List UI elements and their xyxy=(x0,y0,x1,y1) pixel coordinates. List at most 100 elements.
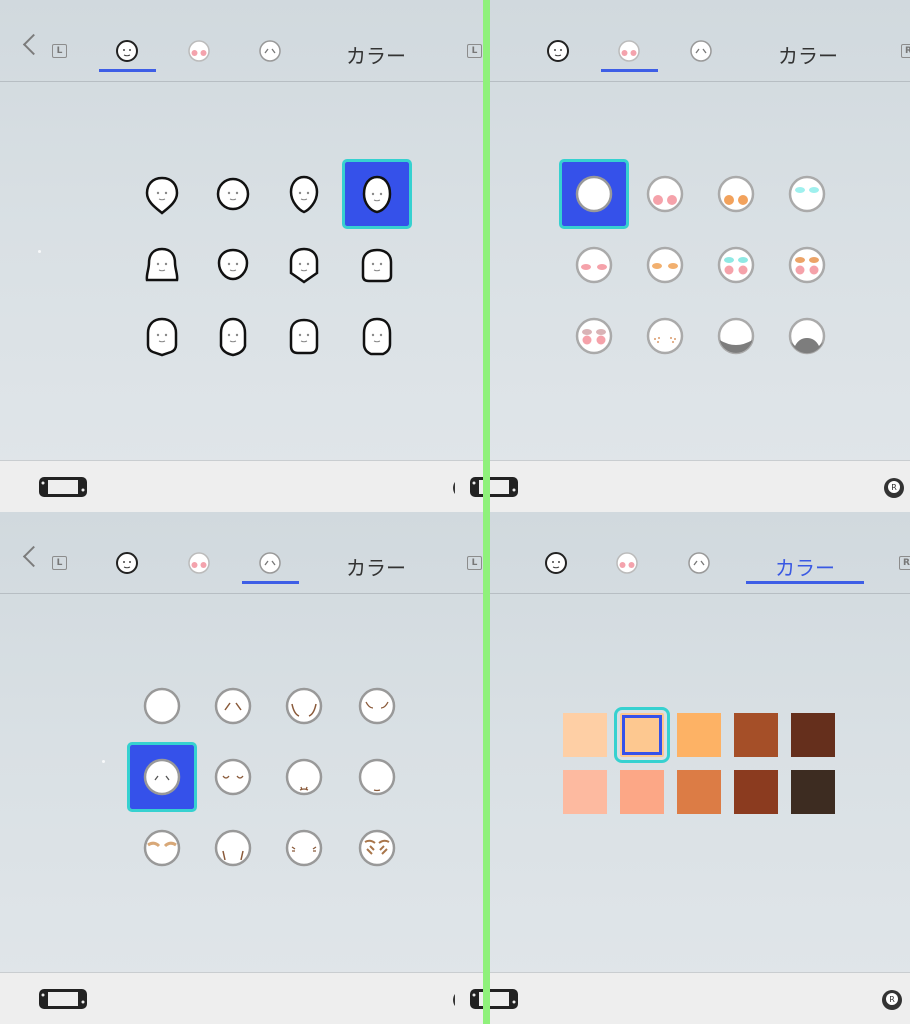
skin-color-swatch[interactable] xyxy=(791,713,835,757)
wrinkle-option[interactable] xyxy=(345,674,409,738)
tab-color[interactable]: カラー xyxy=(346,552,406,581)
bottom-bar: R xyxy=(0,460,455,512)
top-tab-bar: L カラー R xyxy=(0,512,455,594)
skin-color-swatch[interactable] xyxy=(677,713,721,757)
tab-color[interactable]: カラー xyxy=(775,552,835,581)
makeup-option[interactable] xyxy=(704,233,768,297)
switch-console-icon xyxy=(39,477,87,497)
sparkle-dot xyxy=(102,760,105,763)
wrinkle-option[interactable] xyxy=(272,745,336,809)
makeup-option[interactable] xyxy=(775,233,839,297)
panel-wrinkles: L カラー R R xyxy=(0,512,455,1024)
tab-makeup[interactable] xyxy=(186,550,212,576)
skin-color-swatch-selected[interactable] xyxy=(614,707,670,763)
top-tab-bar: L カラー R xyxy=(455,512,910,594)
wrinkle-option[interactable] xyxy=(201,745,265,809)
r-button-icon: R xyxy=(901,44,910,58)
tab-face-shape[interactable] xyxy=(114,550,140,576)
face-shape-option[interactable] xyxy=(201,304,265,368)
r-stick-icon: R xyxy=(882,990,902,1010)
wrinkle-face-icon xyxy=(688,552,710,574)
wrinkle-option[interactable] xyxy=(272,816,336,880)
tab-color[interactable]: カラー xyxy=(778,40,838,69)
tab-wrinkles[interactable] xyxy=(686,550,712,576)
tab-makeup[interactable] xyxy=(186,38,212,64)
wrinkle-option[interactable] xyxy=(130,816,194,880)
makeup-option[interactable] xyxy=(775,162,839,226)
face-shape-option[interactable] xyxy=(201,233,265,297)
wrinkle-option[interactable] xyxy=(130,674,194,738)
l-button-icon: L xyxy=(52,556,67,570)
face-shape-option[interactable] xyxy=(130,233,194,297)
svg-text:R: R xyxy=(889,995,895,1004)
makeup-option[interactable] xyxy=(562,304,626,368)
face-outline-icon xyxy=(545,552,567,574)
tab-face-shape[interactable] xyxy=(114,38,140,64)
wrinkle-option[interactable] xyxy=(272,674,336,738)
top-tab-bar: L カラー R xyxy=(0,0,455,82)
skin-color-swatch[interactable] xyxy=(791,770,835,814)
makeup-option[interactable] xyxy=(704,162,768,226)
face-shape-option[interactable] xyxy=(201,162,265,226)
tab-makeup[interactable] xyxy=(616,38,642,64)
skin-color-swatch[interactable] xyxy=(677,770,721,814)
tab-color[interactable]: カラー xyxy=(346,40,406,69)
bottom-bar: R xyxy=(455,972,910,1024)
skin-color-swatch[interactable] xyxy=(734,713,778,757)
skin-color-swatch[interactable] xyxy=(620,770,664,814)
face-shape-option[interactable] xyxy=(345,233,409,297)
tab-wrinkles[interactable] xyxy=(688,38,714,64)
l-button-icon: L xyxy=(467,44,482,58)
makeup-option[interactable] xyxy=(633,233,697,297)
makeup-option[interactable] xyxy=(633,162,697,226)
active-tab-underline xyxy=(242,581,299,584)
face-shape-option[interactable] xyxy=(272,162,336,226)
blush-face-icon xyxy=(188,552,210,574)
blush-face-icon xyxy=(616,552,638,574)
face-shape-option[interactable] xyxy=(345,304,409,368)
wrinkle-option[interactable] xyxy=(345,816,409,880)
tab-makeup[interactable] xyxy=(614,550,640,576)
makeup-option[interactable] xyxy=(633,304,697,368)
green-divider-line xyxy=(483,0,490,1024)
face-shape-option[interactable] xyxy=(130,162,194,226)
skin-color-swatch[interactable] xyxy=(734,770,778,814)
makeup-option[interactable] xyxy=(775,304,839,368)
tab-wrinkles[interactable] xyxy=(257,38,283,64)
svg-text:R: R xyxy=(891,483,897,492)
skin-color-swatch[interactable] xyxy=(563,770,607,814)
r-button-icon: R xyxy=(899,556,910,570)
wrinkle-option[interactable] xyxy=(345,745,409,809)
top-tab-bar: L カラー R xyxy=(455,0,910,82)
r-stick-icon: R xyxy=(884,478,904,498)
switch-console-icon xyxy=(39,989,87,1009)
face-shape-option[interactable] xyxy=(272,304,336,368)
panel-face-shape: L カラー R R xyxy=(0,0,455,512)
l-button-icon: L xyxy=(52,44,67,58)
back-chevron-icon[interactable] xyxy=(22,33,45,56)
wrinkle-face-icon xyxy=(259,552,281,574)
tab-wrinkles[interactable] xyxy=(257,550,283,576)
active-tab-underline xyxy=(601,69,658,72)
face-outline-icon xyxy=(547,40,569,62)
wrinkle-option[interactable] xyxy=(201,674,265,738)
bottom-bar: R xyxy=(0,972,455,1024)
wrinkle-option[interactable] xyxy=(201,816,265,880)
sparkle-dot xyxy=(38,250,41,253)
blush-face-icon xyxy=(188,40,210,62)
back-chevron-icon[interactable] xyxy=(22,545,45,568)
face-outline-icon xyxy=(116,552,138,574)
tab-face-shape[interactable] xyxy=(545,38,571,64)
face-shape-option[interactable] xyxy=(272,233,336,297)
wrinkle-option-selected[interactable] xyxy=(127,742,197,812)
active-tab-underline xyxy=(746,581,864,584)
tab-face-shape[interactable] xyxy=(543,550,569,576)
skin-color-swatch[interactable] xyxy=(563,713,607,757)
makeup-option-selected[interactable] xyxy=(559,159,629,229)
face-shape-option[interactable] xyxy=(130,304,194,368)
makeup-option[interactable] xyxy=(562,233,626,297)
makeup-option[interactable] xyxy=(704,304,768,368)
face-shape-option-selected[interactable] xyxy=(342,159,412,229)
panel-skin-color: L カラー R R xyxy=(455,512,910,1024)
switch-console-icon xyxy=(470,989,518,1009)
